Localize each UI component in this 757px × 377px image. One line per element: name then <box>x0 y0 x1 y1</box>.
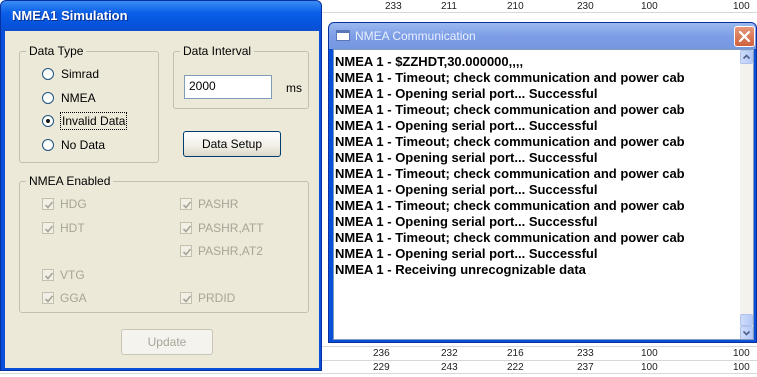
radio-button-selected-icon[interactable] <box>42 115 54 127</box>
table-cell: 236 <box>373 348 390 359</box>
table-cell: 210 <box>507 1 524 12</box>
radio-label: Invalid Data <box>59 112 128 130</box>
checkbox-label: PRDID <box>198 291 236 305</box>
log-area[interactable]: NMEA 1 - $ZZHDT,30.000000,,,, NMEA 1 - T… <box>333 49 754 340</box>
nmea-enabled-legend: NMEA Enabled <box>26 174 114 188</box>
log-line: NMEA 1 - Opening serial port... Successf… <box>335 182 598 197</box>
data-interval-group: Data Interval 2000 ms <box>173 44 309 109</box>
log-line: NMEA 1 - Opening serial port... Successf… <box>335 86 598 101</box>
checkbox-label: PASHR,ATT <box>198 221 264 235</box>
radio-label: NMEA <box>61 91 96 105</box>
table-cell: 222 <box>507 362 524 373</box>
table-cell: 229 <box>373 362 390 373</box>
checkbox-label: PASHR,AT2 <box>198 244 263 258</box>
log-line: NMEA 1 - $ZZHDT,30.000000,,,, <box>335 54 524 69</box>
nmea1-simulation-window: NMEA1 Simulation Data Type Simrad NMEA I… <box>0 0 322 371</box>
log-line: NMEA 1 - Timeout; check communication an… <box>335 198 685 213</box>
log-line: NMEA 1 - Opening serial port... Successf… <box>335 246 598 261</box>
checkbox-checked-icon[interactable] <box>180 245 192 257</box>
table-cell: 100 <box>733 1 750 12</box>
table-cell: 100 <box>733 362 750 373</box>
log-line: NMEA 1 - Receiving unrecognizable data <box>335 262 586 277</box>
table-cell: 100 <box>641 348 658 359</box>
table-cell: 230 <box>577 1 594 12</box>
table-cell: 232 <box>441 348 458 359</box>
checkbox-label: VTG <box>60 268 85 282</box>
interval-unit-label: ms <box>286 81 302 95</box>
log-line: NMEA 1 - Timeout; check communication an… <box>335 134 685 149</box>
table-cell: 100 <box>733 348 750 359</box>
radio-button-icon[interactable] <box>42 68 54 80</box>
table-cell: 233 <box>385 1 402 12</box>
log-list: NMEA 1 - $ZZHDT,30.000000,,,, NMEA 1 - T… <box>335 54 741 278</box>
log-line: NMEA 1 - Timeout; check communication an… <box>335 70 685 85</box>
window-title-text: NMEA Communication <box>355 29 476 43</box>
checkbox-label: HDG <box>60 197 87 211</box>
table-cell: 243 <box>441 362 458 373</box>
nmea-enabled-group: NMEA Enabled HDG HDT VTG GGA PASHR PASHR… <box>19 174 309 313</box>
radio-label: No Data <box>61 138 106 152</box>
scroll-thumb[interactable] <box>740 314 753 326</box>
checkbox-checked-icon[interactable] <box>42 198 54 210</box>
data-setup-button[interactable]: Data Setup <box>183 131 281 157</box>
data-interval-input[interactable]: 2000 <box>184 75 272 99</box>
radio-button-icon[interactable] <box>42 139 54 151</box>
log-line: NMEA 1 - Opening serial port... Successf… <box>335 150 598 165</box>
table-cell: 216 <box>507 348 524 359</box>
scroll-up-button[interactable] <box>740 50 753 64</box>
checkbox-checked-icon[interactable] <box>180 198 192 210</box>
checkbox-checked-icon[interactable] <box>42 269 54 281</box>
data-type-legend: Data Type <box>26 44 87 58</box>
scroll-down-button[interactable] <box>740 326 753 339</box>
log-line: NMEA 1 - Opening serial port... Successf… <box>335 214 598 229</box>
vertical-scrollbar[interactable] <box>740 50 753 339</box>
checkbox-checked-icon[interactable] <box>180 292 192 304</box>
radio-label: Simrad <box>61 67 100 81</box>
dialog-body: Data Type Simrad NMEA Invalid Data No Da… <box>5 31 319 368</box>
close-button[interactable] <box>734 26 755 47</box>
radio-button-icon[interactable] <box>42 92 54 104</box>
table-cell: 233 <box>577 348 594 359</box>
close-icon <box>738 30 751 43</box>
log-line: NMEA 1 - Opening serial port... Successf… <box>335 118 598 133</box>
table-cell: 100 <box>641 362 658 373</box>
chevron-up-icon <box>742 54 751 60</box>
log-line: NMEA 1 - Timeout; check communication an… <box>335 166 685 181</box>
update-button[interactable]: Update <box>121 329 213 355</box>
table-cell: 211 <box>441 1 457 12</box>
checkbox-label: GGA <box>60 291 87 305</box>
table-cell: 237 <box>577 362 594 373</box>
data-type-group: Data Type Simrad NMEA Invalid Data No Da… <box>19 44 159 163</box>
checkbox-label: HDT <box>60 221 85 235</box>
window-icon <box>336 30 350 41</box>
nmea-communication-window: NMEA Communication NMEA 1 - $ZZHDT,30.00… <box>328 22 757 343</box>
window-title[interactable]: NMEA1 Simulation <box>1 1 321 31</box>
checkbox-checked-icon[interactable] <box>42 222 54 234</box>
checkbox-checked-icon[interactable] <box>180 222 192 234</box>
table-cell: 100 <box>641 1 658 12</box>
window-title[interactable]: NMEA Communication <box>329 23 756 49</box>
log-line: NMEA 1 - Timeout; check communication an… <box>335 102 685 117</box>
data-interval-legend: Data Interval <box>180 44 255 58</box>
checkbox-label: PASHR <box>198 197 239 211</box>
checkbox-checked-icon[interactable] <box>42 292 54 304</box>
log-line: NMEA 1 - Timeout; check communication an… <box>335 230 685 245</box>
chevron-down-icon <box>742 330 751 336</box>
